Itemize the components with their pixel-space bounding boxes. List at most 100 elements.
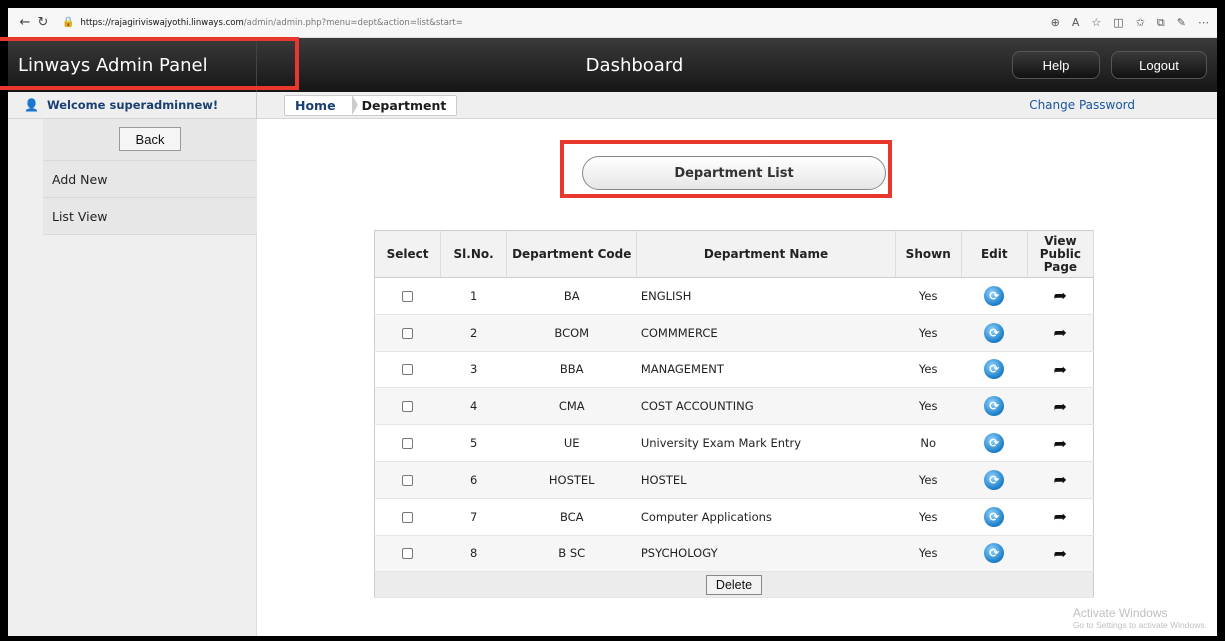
share-arrow-icon[interactable]: ➦ [1053, 286, 1066, 305]
activate-windows-watermark: Activate Windows Go to Settings to activ… [1073, 606, 1207, 630]
more-icon[interactable]: ⋯ [1198, 16, 1209, 30]
row-dept-name: PSYCHOLOGY [636, 535, 896, 573]
zoom-icon[interactable]: ⊕ [1051, 16, 1060, 30]
table-row: 4 CMA COST ACCOUNTING Yes ⟳ ➦ [374, 387, 1094, 426]
row-select-cell [374, 351, 441, 389]
row-select-cell [374, 387, 441, 426]
row-select-cell [374, 314, 441, 352]
highlight-box-brand [0, 37, 299, 90]
table-body: 1 BA ENGLISH Yes ⟳ ➦ 2 BCOM COMMMERCE Yes ⟳ ➦ 3 BBA MA… [374, 277, 1094, 573]
row-checkbox[interactable] [402, 548, 414, 560]
row-edit-cell: ⟳ [961, 461, 1028, 499]
row-view-cell: ➦ [1027, 461, 1094, 499]
user-icon: 👤 [24, 98, 39, 112]
row-edit-cell: ⟳ [961, 314, 1028, 352]
table-row: 8B SC PSYCHOLOGY Yes ⟳ ➦ [374, 535, 1094, 573]
row-select-cell [374, 277, 441, 315]
change-password-link[interactable]: Change Password [1029, 98, 1135, 112]
help-button[interactable]: Help [1012, 51, 1100, 79]
url-path: /admin/admin.php?menu=dept&action=list&s… [243, 17, 463, 28]
refresh-icon[interactable]: ↻ [34, 15, 52, 30]
row-dept-name: University Exam Mark Entry [636, 424, 896, 462]
table-row: 5 UE University Exam Mark Entry No ⟳ ➦ [374, 424, 1094, 462]
edit-icon[interactable]: ⟳ [984, 285, 1005, 306]
edit-icon[interactable]: ⟳ [984, 433, 1005, 454]
favorite-star-icon[interactable]: ☆ [1091, 16, 1101, 30]
row-shown: Yes [895, 535, 962, 573]
sidebar: Back Add New List View [8, 119, 257, 636]
edit-icon[interactable]: ⟳ [984, 506, 1005, 527]
logout-button[interactable]: Logout [1111, 51, 1207, 79]
sidebar-item-list-view[interactable]: List View [43, 198, 257, 235]
row-slno: 5 [440, 424, 507, 462]
sidebar-item-add-new[interactable]: Add New [43, 161, 257, 198]
address-bar[interactable]: https://rajagiriviswajyothi.linways.com/… [80, 18, 462, 28]
row-view-cell: ➦ [1027, 535, 1094, 573]
row-view-cell: ➦ [1027, 277, 1094, 315]
edit-icon[interactable]: ⟳ [984, 396, 1005, 417]
split-screen-icon[interactable]: ◫ [1113, 16, 1123, 30]
share-arrow-icon[interactable]: ➦ [1053, 507, 1066, 526]
row-checkbox[interactable] [402, 511, 414, 523]
back-arrow-icon[interactable]: ← [16, 15, 34, 30]
department-table: Select Sl.No. Department Code Department… [374, 230, 1095, 599]
row-dept-name: COMMMERCE [636, 314, 896, 352]
row-dept-code: HOSTEL [506, 461, 637, 499]
share-arrow-icon[interactable]: ➦ [1053, 544, 1066, 563]
row-checkbox[interactable] [402, 290, 414, 302]
lock-icon: 🔒 [62, 17, 75, 28]
row-checkbox[interactable] [402, 364, 414, 376]
row-checkbox[interactable] [402, 327, 414, 339]
delete-button[interactable]: Delete [706, 574, 762, 595]
row-dept-code: BBA [506, 351, 637, 389]
share-arrow-icon[interactable]: ➦ [1053, 323, 1066, 342]
col-view-public-page: View Public Page [1027, 230, 1095, 278]
row-dept-name: HOSTEL [636, 461, 896, 499]
share-arrow-icon[interactable]: ➦ [1053, 470, 1066, 489]
edit-icon[interactable]: ⟳ [984, 543, 1005, 564]
row-edit-cell: ⟳ [961, 277, 1028, 315]
row-dept-code: BCA [506, 498, 637, 536]
edit-icon[interactable]: ⟳ [984, 469, 1005, 490]
edit-icon[interactable]: ⟳ [984, 322, 1005, 343]
back-wrapper: Back [43, 119, 257, 161]
row-checkbox[interactable] [402, 474, 414, 486]
row-dept-name: ENGLISH [636, 277, 896, 315]
row-slno: 4 [440, 387, 507, 426]
favorites-icon[interactable]: ✩ [1136, 16, 1145, 30]
sub-header: 👤 Welcome superadminnew! Home Department… [8, 91, 1217, 119]
table-footer-row: Delete [374, 571, 1094, 599]
breadcrumb: Home Department [284, 94, 458, 116]
read-aloud-icon[interactable]: A [1072, 16, 1080, 30]
watermark-line2: Go to Settings to activate Windows. [1072, 620, 1207, 630]
breadcrumb-home[interactable]: Home [285, 94, 358, 116]
edit-icon[interactable]: ⟳ [984, 359, 1005, 380]
row-checkbox[interactable] [402, 438, 414, 450]
row-edit-cell: ⟳ [961, 351, 1028, 389]
row-dept-name: COST ACCOUNTING [636, 387, 896, 426]
row-view-cell: ➦ [1027, 351, 1094, 389]
table-header-row: Select Sl.No. Department Code Department… [374, 230, 1095, 278]
row-slno: 8 [440, 535, 507, 573]
collections-icon[interactable]: ⧉ [1157, 16, 1165, 30]
extension-icon[interactable]: ✎ [1177, 16, 1186, 30]
col-slno: Sl.No. [440, 230, 508, 278]
row-select-cell [374, 498, 441, 536]
row-shown: Yes [895, 461, 962, 499]
table-row: 7 BCA Computer Applications Yes ⟳ ➦ [374, 498, 1094, 536]
share-arrow-icon[interactable]: ➦ [1053, 397, 1066, 416]
row-view-cell: ➦ [1027, 424, 1094, 462]
row-checkbox[interactable] [402, 401, 414, 413]
row-view-cell: ➦ [1027, 498, 1094, 536]
welcome-text: Welcome superadminnew! [46, 98, 219, 112]
share-arrow-icon[interactable]: ➦ [1053, 360, 1066, 379]
back-button[interactable]: Back [119, 127, 181, 151]
row-slno: 2 [440, 314, 507, 352]
row-dept-name: MANAGEMENT [636, 351, 896, 389]
browser-toolbar: ← ↻ 🔒 https://rajagiriviswajyothi.linway… [8, 8, 1217, 38]
col-edit: Edit [961, 230, 1028, 278]
row-edit-cell: ⟳ [961, 424, 1028, 462]
share-arrow-icon[interactable]: ➦ [1053, 434, 1066, 453]
welcome-message: 👤 Welcome superadminnew! [8, 91, 257, 119]
row-shown: Yes [895, 498, 962, 536]
